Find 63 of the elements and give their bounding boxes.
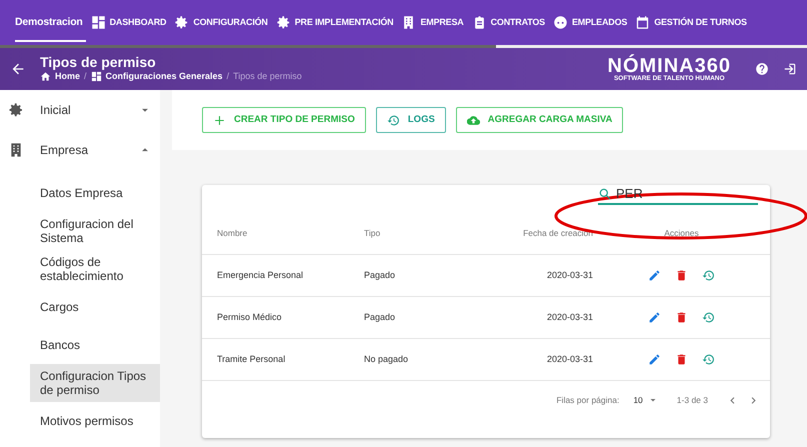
sidebar-subitem[interactable]: Motivos permisos bbox=[30, 402, 160, 440]
table-cell-text: No pagado bbox=[364, 353, 410, 366]
sidebar-subitem[interactable]: Configuracion del Sistema bbox=[30, 212, 160, 250]
gear-icon bbox=[174, 15, 190, 30]
table-cell-text: Pagado bbox=[364, 269, 396, 282]
pagination-range: 1-3 de 3 bbox=[676, 394, 708, 407]
search-icon bbox=[598, 187, 612, 202]
sidebar-item[interactable]: Inicial bbox=[0, 90, 160, 130]
edit-icon[interactable] bbox=[648, 269, 661, 282]
face-icon bbox=[552, 15, 568, 30]
delete-icon[interactable] bbox=[675, 311, 688, 324]
nav-tab[interactable]: EMPRESA bbox=[401, 0, 467, 45]
help-icon[interactable] bbox=[755, 62, 769, 76]
nav-tab[interactable]: CONTRATOS bbox=[472, 0, 548, 45]
table-cell-text: 2020-03-31 bbox=[546, 353, 593, 366]
sidebar-subitem[interactable]: Códigos de establecimiento bbox=[30, 250, 160, 288]
sidebar-subitem[interactable]: Bancos bbox=[30, 326, 160, 364]
sidebar-subitem[interactable]: Configuracion Tipos de permiso bbox=[30, 364, 160, 402]
sidebar-subitem[interactable]: Datos Empresa bbox=[30, 174, 160, 212]
breadcrumb-link[interactable]: Home bbox=[55, 70, 80, 84]
home-icon bbox=[40, 71, 51, 82]
edit-icon[interactable] bbox=[648, 353, 661, 366]
breadcrumb-current: Tipos de permiso bbox=[233, 70, 302, 83]
gear-icon bbox=[276, 15, 291, 30]
calendar-icon bbox=[635, 15, 650, 30]
plus-icon bbox=[213, 114, 226, 126]
sidebar-subitem[interactable]: Cargos bbox=[30, 288, 160, 326]
delete-icon[interactable] bbox=[675, 353, 688, 366]
cloud-upload-icon bbox=[466, 114, 480, 126]
logo-wordmark: NÓMINA360 bbox=[608, 56, 731, 76]
history-icon[interactable] bbox=[702, 353, 715, 366]
back-arrow-icon[interactable] bbox=[10, 61, 26, 77]
dashboard-grid-icon bbox=[90, 15, 106, 30]
table-cell-text: Tramite Personal bbox=[216, 353, 286, 366]
rows-per-page-label: Filas por página: bbox=[556, 394, 620, 407]
history-icon[interactable] bbox=[702, 269, 715, 282]
breadcrumb-separator: / bbox=[84, 70, 87, 83]
column-header: Nombre bbox=[216, 227, 248, 240]
logout-icon[interactable] bbox=[783, 62, 797, 76]
table-cell-text: 2020-03-31 bbox=[546, 311, 593, 324]
rows-per-page-select[interactable]: 10 bbox=[633, 394, 659, 407]
history-icon[interactable] bbox=[702, 311, 715, 324]
table-cell-text: Pagado bbox=[364, 311, 396, 324]
delete-icon[interactable] bbox=[675, 269, 688, 282]
table-cell-text: 2020-03-31 bbox=[546, 269, 593, 282]
nav-tab[interactable]: Demostracion bbox=[15, 4, 86, 42]
history-icon[interactable] bbox=[386, 114, 400, 126]
column-header: Tipo bbox=[364, 227, 382, 240]
column-header: Acciones bbox=[663, 227, 700, 240]
breadcrumb-separator: / bbox=[226, 70, 230, 83]
nav-tab[interactable]: PRE IMPLEMENTACIÓN bbox=[276, 0, 396, 45]
edit-icon[interactable] bbox=[648, 311, 661, 324]
sidebar-item[interactable]: Empresa bbox=[0, 130, 160, 170]
page-title: Tipos de permiso bbox=[40, 54, 157, 70]
nav-tab[interactable]: CONFIGURACIÓN bbox=[174, 0, 271, 45]
dashboard-grid-icon bbox=[90, 71, 102, 82]
nav-tab[interactable]: DASHBOARD bbox=[90, 0, 170, 45]
breadcrumb-link[interactable]: Configuraciones Generales bbox=[106, 70, 223, 84]
table-cell-text: Emergencia Personal bbox=[216, 269, 304, 282]
table-cell-text: Permiso Médico bbox=[216, 311, 283, 324]
nav-tab[interactable]: GESTIÓN DE TURNOS bbox=[635, 0, 750, 45]
nav-tab[interactable]: EMPLEADOS bbox=[552, 0, 630, 45]
gear-icon bbox=[8, 102, 24, 118]
